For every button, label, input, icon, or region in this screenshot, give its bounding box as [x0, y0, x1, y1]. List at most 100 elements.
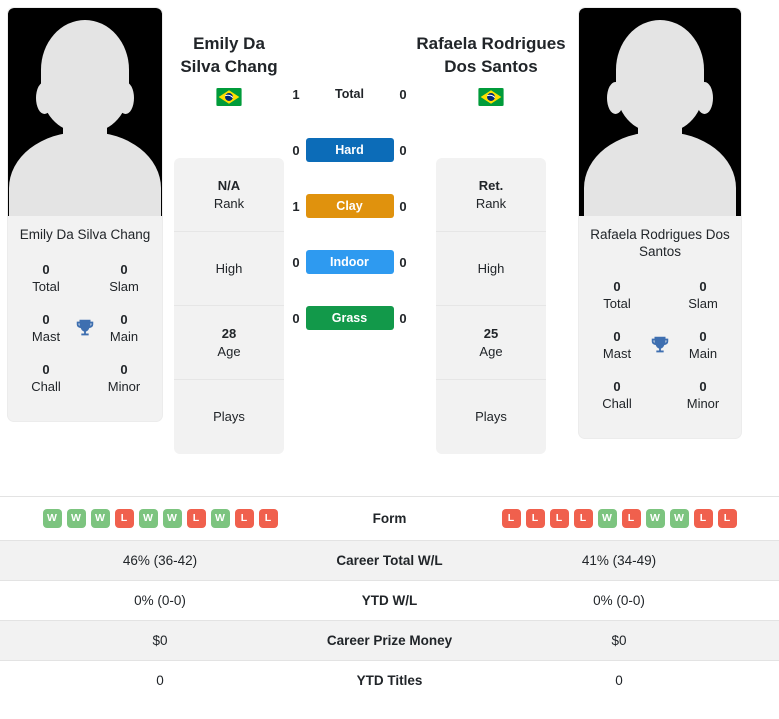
row-label: Career Prize Money: [326, 633, 453, 648]
h2h-left-score: 1: [292, 198, 300, 214]
trophy-icon: [645, 334, 675, 356]
right-player-name-line2: Dos Santos: [444, 57, 538, 76]
comparison-table: WWWLWWLWLL Form LLLLWLWWLL 46% (36-42) C…: [0, 496, 779, 700]
info-value: 25: [483, 325, 499, 341]
right-value: 0% (0-0): [593, 593, 645, 608]
table-row-ytd-wl: 0% (0-0) YTD W/L 0% (0-0): [0, 580, 779, 621]
form-badge-loss[interactable]: L: [621, 509, 641, 528]
form-badge-win[interactable]: W: [645, 509, 665, 528]
h2h-surface-chip-hard[interactable]: Hard: [305, 138, 394, 162]
titles-value: 0: [120, 312, 128, 327]
info-value: N/A: [217, 177, 241, 193]
titles-value: 0: [42, 262, 50, 277]
right-player-card[interactable]: Rafaela Rodrigues Dos Santos 0 Total 0 S…: [579, 8, 741, 438]
h2h-left-score: 0: [292, 142, 300, 158]
left-player-summary: Emily Da Silva Chang N/A Rank High 28 Ag…: [170, 8, 288, 454]
left-value: 46% (36-42): [122, 553, 198, 568]
titles-row: 0 Total 0 Slam: [12, 255, 158, 305]
left-player-name-line2: Silva Chang: [180, 57, 278, 76]
titles-cell-main: 0 Main: [679, 328, 727, 362]
form-badge-win[interactable]: W: [162, 509, 182, 528]
h2h-right-score: 0: [399, 86, 407, 102]
form-badge-loss[interactable]: L: [186, 509, 206, 528]
avatar-ear-left-shape: [36, 82, 53, 114]
left-value: 0% (0-0): [134, 593, 186, 608]
form-badge-loss[interactable]: L: [717, 509, 737, 528]
form-badge-win[interactable]: W: [669, 509, 689, 528]
right-player-photo: [579, 8, 741, 216]
h2h-row-total: 1 Total 0: [288, 66, 411, 122]
h2h-right-score: 0: [399, 142, 407, 158]
titles-label: Chall: [31, 379, 61, 394]
right-player-column: Rafaela Rodrigues Dos Santos 0 Total 0 S…: [571, 8, 749, 438]
form-badge-loss[interactable]: L: [525, 509, 545, 528]
titles-label: Chall: [602, 396, 632, 411]
form-badge-win[interactable]: W: [210, 509, 230, 528]
titles-cell-chall: 0 Chall: [593, 378, 641, 412]
left-form-cell: WWWLWWLWLL: [0, 497, 320, 541]
form-badge-loss[interactable]: L: [501, 509, 521, 528]
left-player-card[interactable]: Emily Da Silva Chang 0 Total 0 Slam 0 Ma…: [8, 8, 162, 421]
h2h-right-score: 0: [399, 254, 407, 270]
avatar-ear-left-shape: [607, 82, 624, 114]
left-player-column: Emily Da Silva Chang 0 Total 0 Slam 0 Ma…: [0, 8, 170, 421]
form-badge-win[interactable]: W: [90, 509, 110, 528]
row-label: Form: [372, 511, 407, 526]
titles-cell-total: 0 Total: [22, 261, 70, 295]
h2h-row-grass: 0 Grass 0: [288, 290, 411, 346]
h2h-surface-chip-grass[interactable]: Grass: [305, 306, 394, 330]
form-badge-loss[interactable]: L: [693, 509, 713, 528]
info-label: Rank: [213, 195, 245, 211]
info-value: 28: [221, 325, 237, 341]
form-badge-loss[interactable]: L: [114, 509, 134, 528]
form-badge-loss[interactable]: L: [549, 509, 569, 528]
left-player-card-name: Emily Da Silva Chang: [19, 227, 151, 242]
form-badge-win[interactable]: W: [138, 509, 158, 528]
info-item-rank: Ret. Rank: [436, 158, 546, 232]
titles-value: 0: [613, 329, 621, 344]
info-label: Plays: [475, 409, 507, 424]
info-label: High: [477, 260, 505, 276]
right-value: 41% (34-49): [581, 553, 657, 568]
right-player-info-card: Ret. Rank High 25 Age Plays: [436, 158, 546, 454]
titles-label: Total: [32, 279, 60, 294]
titles-value: 0: [613, 279, 621, 294]
flag-icon-brazil: [216, 88, 242, 106]
titles-label: Slam: [688, 296, 718, 311]
form-badge-win[interactable]: W: [66, 509, 86, 528]
table-row-ytd-titles: 0 YTD Titles 0: [0, 660, 779, 701]
info-item-high: High: [174, 232, 284, 306]
titles-cell-mast: 0 Mast: [593, 328, 641, 362]
form-badge-win[interactable]: W: [42, 509, 62, 528]
titles-row: 0 Chall 0 Minor: [12, 355, 158, 405]
titles-row: 0 Chall 0 Minor: [583, 372, 737, 422]
info-item-rank: N/A Rank: [174, 158, 284, 232]
info-label: Plays: [213, 409, 245, 424]
form-badge-loss[interactable]: L: [258, 509, 278, 528]
left-titles-grid: 0 Total 0 Slam 0 Mast 0 Main 0 Chall 0 M…: [8, 255, 162, 421]
left-player-photo: [8, 8, 162, 216]
info-item-plays: Plays: [436, 380, 546, 454]
info-item-plays: Plays: [174, 380, 284, 454]
left-player-info-card: N/A Rank High 28 Age Plays: [174, 158, 284, 454]
row-label: YTD Titles: [356, 673, 423, 688]
titles-value: 0: [699, 279, 707, 294]
left-player-name-line1: Emily Da: [193, 34, 265, 53]
right-player-summary: Rafaela Rodrigues Dos Santos Ret. Rank H…: [411, 8, 571, 454]
titles-cell-chall: 0 Chall: [22, 361, 70, 395]
titles-label: Total: [603, 296, 631, 311]
right-player-card-name: Rafaela Rodrigues Dos Santos: [590, 227, 730, 259]
h2h-left-score: 1: [292, 86, 300, 102]
titles-value: 0: [120, 362, 128, 377]
right-player-name-block: Rafaela Rodrigues Dos Santos: [411, 8, 571, 106]
form-badge-loss[interactable]: L: [573, 509, 593, 528]
left-value: $0: [152, 633, 168, 648]
h2h-surface-chip-clay[interactable]: Clay: [305, 194, 394, 218]
titles-label: Main: [109, 329, 139, 344]
avatar-ear-right-shape: [696, 82, 713, 114]
titles-row: 0 Mast 0 Main: [583, 322, 737, 372]
info-value: Ret.: [478, 177, 504, 193]
h2h-surface-chip-indoor[interactable]: Indoor: [305, 250, 394, 274]
form-badge-loss[interactable]: L: [234, 509, 254, 528]
form-badge-win[interactable]: W: [597, 509, 617, 528]
